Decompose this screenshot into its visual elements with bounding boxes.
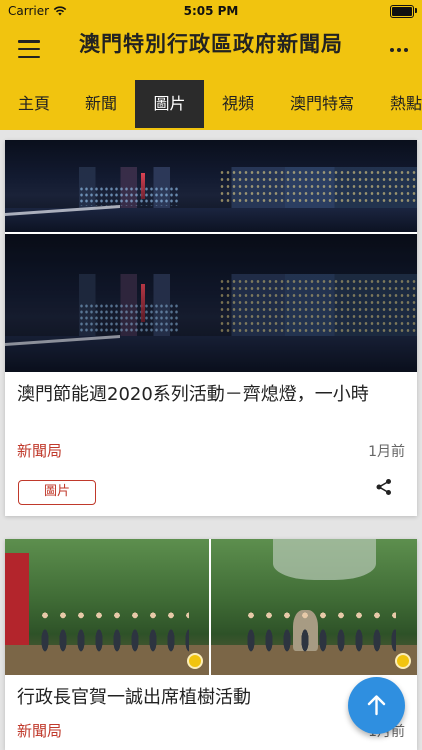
more-icon[interactable] bbox=[390, 48, 408, 52]
menu-icon[interactable] bbox=[18, 40, 40, 58]
status-time: 5:05 PM bbox=[183, 4, 239, 18]
battery-icon bbox=[390, 5, 414, 18]
app-header: 澳門特別行政區政府新聞局 bbox=[0, 22, 422, 78]
scroll-top-button[interactable] bbox=[348, 677, 405, 734]
gallery-badge-icon bbox=[395, 653, 411, 669]
news-card[interactable]: 澳門節能週2020系列活動－齊熄燈，一小時 新聞局 1月前 圖片 bbox=[5, 140, 417, 516]
card-time: 1月前 bbox=[368, 444, 405, 460]
tab-news[interactable]: 新聞 bbox=[70, 80, 132, 128]
battery-tip bbox=[415, 8, 417, 13]
category-tag-button[interactable]: 圖片 bbox=[18, 480, 96, 505]
tab-hot[interactable]: 熱點 bbox=[378, 80, 422, 128]
share-icon[interactable] bbox=[375, 478, 393, 496]
card-source: 新聞局 bbox=[17, 722, 63, 740]
card-image-right bbox=[211, 539, 417, 675]
status-bar: Carrier 5:05 PM bbox=[0, 0, 422, 22]
tab-bar: 主頁 新聞 圖片 視頻 澳門特寫 熱點 bbox=[0, 78, 422, 130]
app-title: 澳門特別行政區政府新聞局 bbox=[79, 32, 343, 56]
card-title[interactable]: 行政長官賀一誠出席植樹活動 bbox=[17, 685, 403, 710]
card-image-left bbox=[5, 539, 209, 675]
tab-videos[interactable]: 視頻 bbox=[208, 80, 268, 128]
tab-photos[interactable]: 圖片 bbox=[135, 80, 204, 128]
arrow-up-icon bbox=[367, 695, 386, 716]
tab-macao-feature[interactable]: 澳門特寫 bbox=[274, 80, 370, 128]
tab-home[interactable]: 主頁 bbox=[4, 80, 64, 128]
card-title[interactable]: 澳門節能週2020系列活動－齊熄燈，一小時 bbox=[17, 382, 403, 407]
card-image-top bbox=[5, 140, 417, 232]
card-source: 新聞局 bbox=[17, 442, 63, 460]
gallery-badge-icon bbox=[187, 653, 203, 669]
card-image-bottom bbox=[5, 234, 417, 372]
